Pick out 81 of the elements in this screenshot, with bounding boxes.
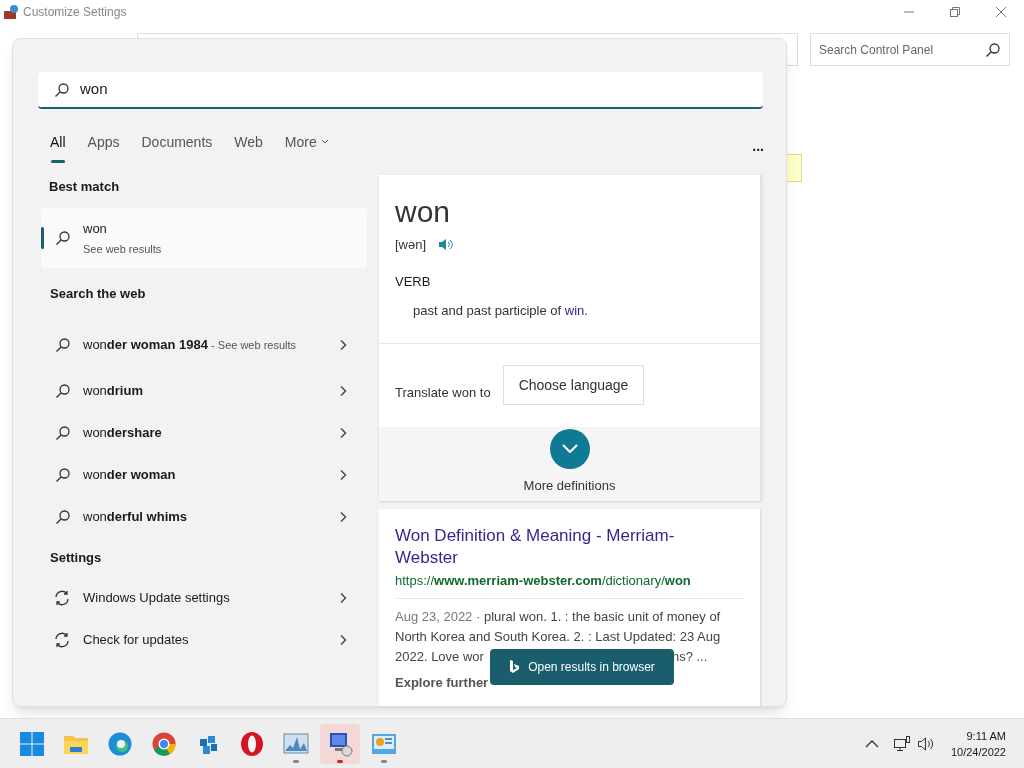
result-title: won — [83, 219, 108, 238]
search-box[interactable]: won — [38, 72, 763, 109]
chevron-right-icon — [339, 592, 347, 604]
search-field[interactable]: Search Control Panel — [819, 40, 985, 59]
suggestion-text: wondrium — [83, 381, 144, 400]
settings-text: Windows Update settings — [83, 589, 230, 608]
open-in-browser-button[interactable]: Open results in browser — [490, 649, 674, 685]
clock-date[interactable]: 10/24/2022 — [950, 743, 1006, 760]
expand-button[interactable] — [549, 428, 590, 469]
performance-monitor-icon[interactable] — [283, 730, 309, 757]
suggestion-text: wonder woman — [83, 465, 177, 484]
clock-time[interactable]: 9:11 AM — [966, 727, 1006, 744]
web-suggestion[interactable]: wonder woman — [41, 453, 367, 496]
chevron-up-icon[interactable] — [864, 739, 879, 748]
filter-tab[interactable]: Documents — [141, 129, 213, 163]
sync-icon — [53, 631, 71, 649]
network-icon[interactable] — [892, 734, 911, 753]
web-suggestion[interactable]: wonderful whims — [41, 495, 367, 538]
chevron-down-icon — [320, 139, 329, 145]
chevron-right-icon — [339, 338, 347, 351]
suggestion-text: wondershare — [83, 423, 163, 442]
speaker-icon[interactable] — [438, 238, 456, 252]
settings-item[interactable]: Check for updates — [41, 619, 367, 661]
snippet-line: North Korea and South Korea. 2. : Last Updated: 23 Aug — [395, 628, 721, 646]
search-box[interactable]: Search Control Panel — [810, 33, 1010, 66]
settings-text: Check for updates — [83, 631, 189, 650]
windows-logo-icon[interactable] — [19, 730, 45, 757]
definition-text: past and past participle of win. — [413, 302, 589, 320]
filter-tab[interactable]: All — [50, 129, 66, 163]
web-suggestion[interactable]: wondershare — [41, 411, 367, 454]
bing-logo-icon — [509, 660, 521, 674]
snippet-line: Aug 23, 2022 · plural won. 1. : the basic unit of money of — [395, 608, 721, 626]
edge-icon[interactable] — [107, 730, 133, 757]
search-icon — [985, 41, 1001, 58]
search-icon — [55, 336, 71, 353]
more-options-button[interactable]: ... — [752, 135, 764, 157]
computer-icon[interactable] — [327, 730, 353, 757]
pronunciation: [wən] — [395, 236, 427, 254]
snippet-fragment: 2022. Love wor — [395, 648, 484, 666]
filter-tab[interactable]: Apps — [87, 129, 120, 163]
volume-icon[interactable] — [916, 735, 935, 752]
search-icon — [55, 230, 71, 246]
dictionary-word: won — [395, 195, 452, 229]
web-suggestion[interactable]: wonder woman 1984 - See web results — [41, 319, 367, 370]
part-of-speech: VERB — [395, 272, 432, 291]
result-url[interactable]: https://www.merriam-webster.com/dictionary/won — [395, 570, 744, 599]
suggestion-text: wonder woman 1984 - See web results — [83, 335, 298, 354]
explore-heading: Explore further — [395, 674, 489, 692]
chevron-right-icon — [339, 384, 347, 397]
chevron-right-icon — [339, 426, 347, 439]
chevron-right-icon — [339, 510, 347, 523]
chrome-icon[interactable] — [151, 730, 177, 757]
restore-icon — [950, 7, 960, 17]
search-icon — [55, 382, 71, 399]
sync-icon — [53, 589, 71, 607]
more-definitions-label: More definitions — [523, 476, 616, 495]
section-heading: Settings — [50, 548, 103, 567]
close-icon — [995, 6, 1007, 18]
search-icon — [54, 81, 70, 98]
window-title: Customize Settings — [23, 4, 127, 21]
web-suggestion[interactable]: wondrium — [41, 369, 367, 412]
section-heading: Best match — [49, 178, 121, 196]
filter-tab[interactable]: Web — [234, 129, 263, 163]
suggestion-text: wonderful whims — [83, 507, 189, 526]
taskbar-button[interactable] — [320, 723, 360, 764]
choose-language-button[interactable]: Choose language — [502, 365, 645, 405]
opera-icon[interactable] — [239, 730, 265, 757]
chevron-down-icon — [561, 444, 578, 453]
translate-label: Translate won to — [395, 383, 491, 402]
best-match-item[interactable]: won See web results — [41, 208, 367, 268]
settings-item[interactable]: Windows Update settings — [41, 577, 367, 619]
chevron-right-icon — [339, 634, 347, 646]
result-subtitle: See web results — [83, 242, 162, 257]
chevron-right-icon — [339, 468, 347, 481]
search-icon — [55, 508, 71, 525]
filter-tab[interactable]: More — [284, 129, 329, 163]
section-heading: Search the web — [50, 285, 147, 303]
search-input[interactable]: won — [80, 78, 747, 101]
search-icon — [55, 424, 71, 441]
search-icon — [55, 466, 71, 483]
result-title-link[interactable]: Won Definition & Meaning - Merriam-Webster — [395, 524, 705, 569]
